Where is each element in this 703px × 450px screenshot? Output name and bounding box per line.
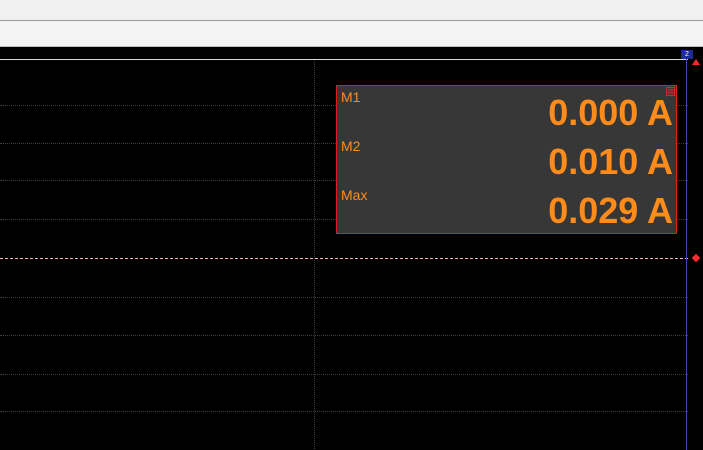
trigger-position-arrow-icon[interactable] bbox=[692, 59, 700, 65]
grid-line-horizontal bbox=[0, 411, 688, 412]
trigger-level-marker-icon[interactable] bbox=[691, 253, 701, 263]
measurement-label-m2: M2 bbox=[341, 138, 361, 154]
measurement-value-m2: 0.010 A bbox=[548, 141, 673, 182]
grid-line-horizontal bbox=[0, 335, 688, 336]
top-toolbar bbox=[0, 0, 703, 21]
right-axis-line bbox=[686, 53, 687, 450]
measurement-label-m1: M1 bbox=[341, 89, 361, 105]
trigger-level-line[interactable] bbox=[0, 258, 688, 259]
measurement-panel[interactable]: ⊠ M1 0.000 A M2 0.010 A Max 0.029 A bbox=[336, 85, 677, 234]
measurement-value-m1: 0.000 A bbox=[548, 92, 673, 133]
secondary-toolbar bbox=[0, 21, 703, 47]
plot-header-strip bbox=[0, 47, 703, 59]
grid-line-horizontal bbox=[0, 297, 688, 298]
grid-line-horizontal bbox=[0, 374, 688, 375]
grid-line-vertical bbox=[314, 60, 315, 450]
cursor-tag[interactable]: 2 bbox=[681, 50, 693, 59]
measurement-value-max: 0.029 A bbox=[548, 190, 673, 231]
oscilloscope-window: 2 ⊠ M1 0.000 A M2 0.010 A Max 0.029 A bbox=[0, 0, 703, 450]
measurement-label-max: Max bbox=[341, 187, 368, 203]
